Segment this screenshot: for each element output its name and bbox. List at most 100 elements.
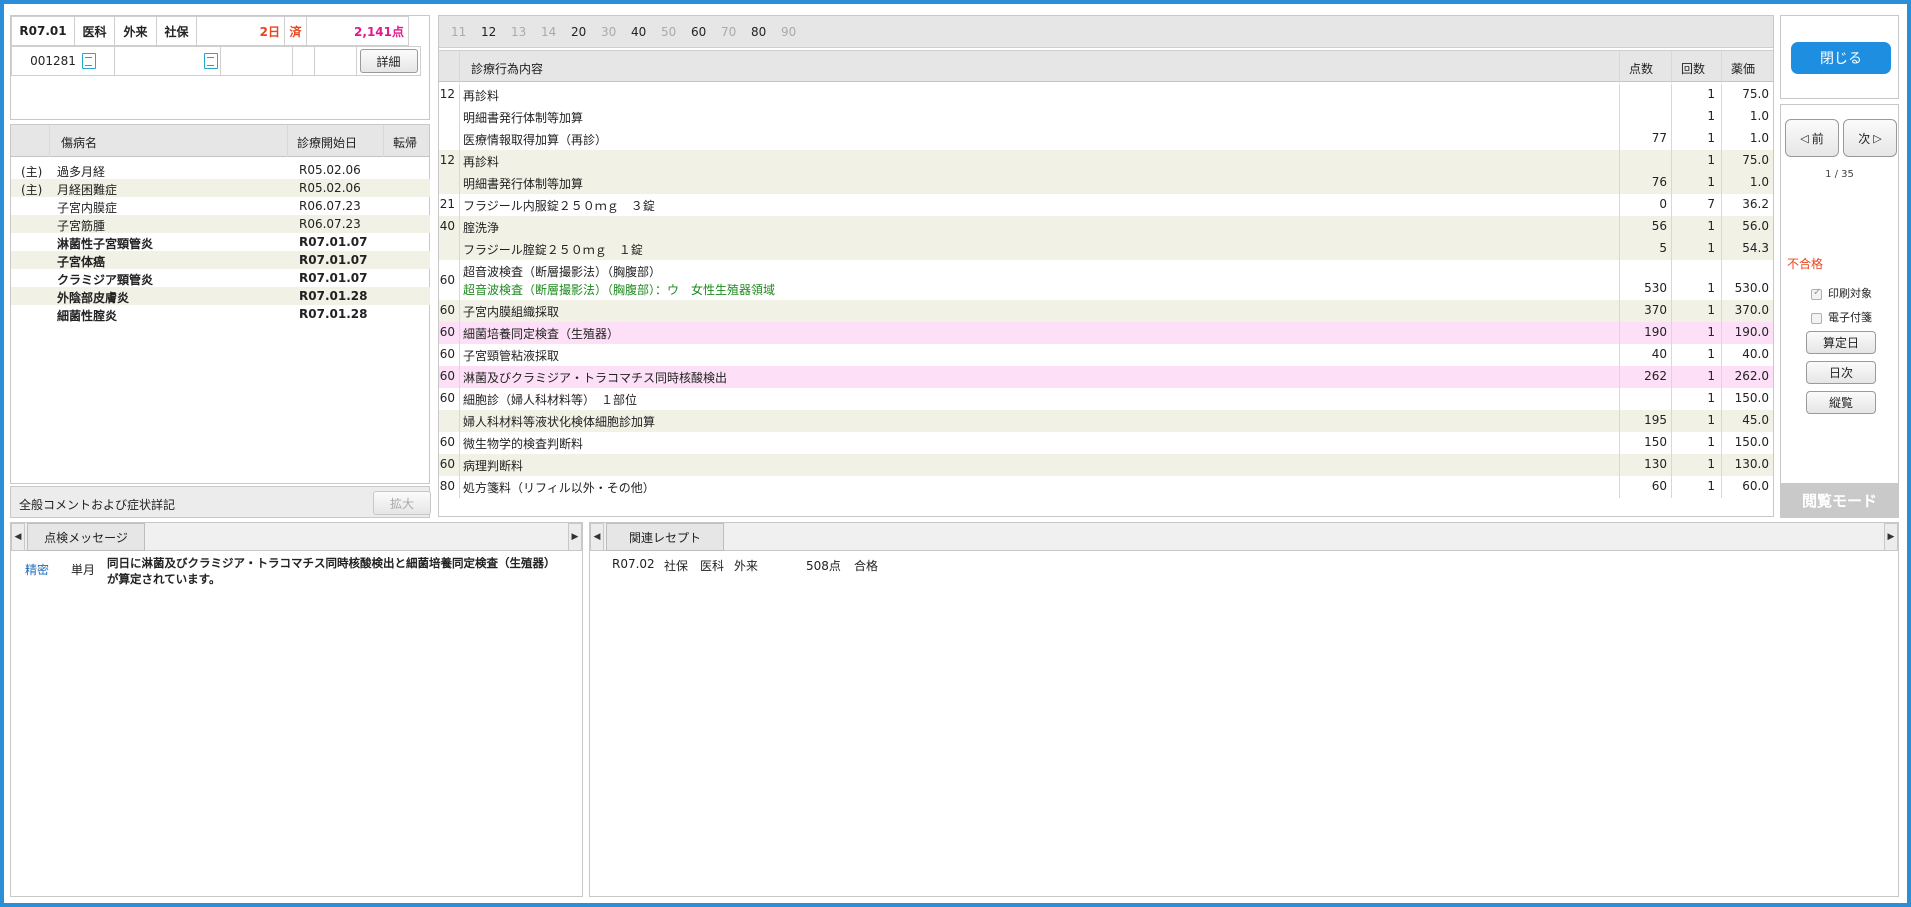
category-tab[interactable]: 20 <box>571 25 586 39</box>
page-indicator: 1 / 35 <box>1825 169 1854 180</box>
treatment-name: 超音波検査（断層撮影法）（胸腹部） <box>463 265 662 279</box>
tab-check-messages[interactable]: 点検メッセージ <box>27 523 145 551</box>
prev-button-label: 前 <box>1811 131 1824 146</box>
points-header[interactable]: 点数 <box>1629 60 1653 77</box>
category-tab[interactable]: 70 <box>721 25 736 39</box>
calc-day-button[interactable]: 算定日 <box>1806 331 1876 354</box>
treatment-count: 1 <box>1707 369 1715 383</box>
document-icon[interactable] <box>81 53 96 69</box>
tab-related-receipts[interactable]: 関連レセプト <box>606 523 724 551</box>
column-divider <box>1671 476 1672 498</box>
disease-row[interactable]: クラミジア頸管炎 R07.01.07 <box>11 269 430 287</box>
count-header[interactable]: 回数 <box>1681 60 1705 77</box>
disease-name-header[interactable]: 傷病名 <box>61 134 97 151</box>
category-tab[interactable]: 30 <box>601 25 616 39</box>
treatment-row[interactable]: 12 再診料 1 75.0 <box>439 150 1773 172</box>
disease-row[interactable]: 細菌性腟炎 R07.01.28 <box>11 305 430 323</box>
category-tab[interactable]: 40 <box>631 25 646 39</box>
category-tab[interactable]: 90 <box>781 25 796 39</box>
treatment-name: 腟洗浄 <box>463 221 500 235</box>
treatment-count: 1 <box>1707 479 1715 493</box>
treatment-row[interactable]: フラジール腟錠２５０ｍｇ １錠 5 1 54.3 <box>439 238 1773 260</box>
tab-scroll-left-icon[interactable]: ◀ <box>11 523 25 551</box>
treatment-price: 54.3 <box>1742 241 1769 255</box>
category-tab[interactable]: 13 <box>511 25 526 39</box>
disease-row[interactable]: 子宮体癌 R07.01.07 <box>11 251 430 269</box>
disease-row[interactable]: (主) 月経困難症 R05.02.06 <box>11 179 430 197</box>
tab-scroll-left-icon[interactable]: ◀ <box>590 523 604 551</box>
main-disease-mark: (主) <box>21 183 43 197</box>
treatment-row[interactable]: 婦人科材料等液状化検体細胞診加算 195 1 45.0 <box>439 410 1773 432</box>
treatment-row[interactable]: 60 淋菌及びクラミジア・トラコマチス同時核酸検出 262 1 262.0 <box>439 366 1773 388</box>
treatment-list: 12 再診料 1 75.0 明細書発行体制等加算 1 1.0 医療情報取得加算（再診） 77 1 1… <box>439 84 1773 516</box>
treatment-row[interactable]: 60 細胞診（婦人科材料等） １部位 1 150.0 <box>439 388 1773 410</box>
disease-name: 外陰部皮膚炎 <box>57 291 130 305</box>
close-button[interactable]: 閉じる <box>1791 42 1891 74</box>
treatment-price: 40.0 <box>1742 347 1769 361</box>
disease-row[interactable]: 外陰部皮膚炎 R07.01.28 <box>11 287 430 305</box>
check-type[interactable]: 精密 <box>25 561 49 578</box>
daily-button[interactable]: 日次 <box>1806 361 1876 384</box>
tab-scroll-right-icon[interactable]: ▶ <box>1884 523 1898 551</box>
category-tab[interactable]: 60 <box>691 25 706 39</box>
tab-scroll-right-icon[interactable]: ▶ <box>568 523 582 551</box>
checkbox-checked[interactable] <box>1811 287 1822 300</box>
detail-button[interactable]: 詳細 <box>359 49 418 73</box>
related-receipt-row[interactable]: R07.02 社保 医科 外来 508点 合格 <box>590 555 1898 573</box>
general-comment-label: 全般コメントおよび症状詳記 <box>19 498 176 512</box>
column-divider <box>1619 106 1620 128</box>
treatment-row[interactable]: 40 腟洗浄 56 1 56.0 <box>439 216 1773 238</box>
patient-id-value: 001281 <box>30 54 76 68</box>
treatment-code: 60 <box>439 325 455 339</box>
treatment-name-header[interactable]: 診療行為内容 <box>471 60 543 77</box>
column-divider <box>1619 366 1620 388</box>
treatment-name: 子宮内膜組織採取 <box>463 305 560 319</box>
disease-row[interactable]: 子宮筋腫 R06.07.23 <box>11 215 430 233</box>
price-header[interactable]: 薬価 <box>1731 60 1755 77</box>
expand-button[interactable]: 拡大 <box>373 491 431 515</box>
disease-name: 過多月経 <box>57 165 106 179</box>
treatment-row[interactable]: 医療情報取得加算（再診） 77 1 1.0 <box>439 128 1773 150</box>
treatment-row[interactable]: 60 超音波検査（断層撮影法）（胸腹部） 超音波検査（断層撮影法）（胸腹部）：ウ 女… <box>439 260 1773 300</box>
checkbox-unchecked[interactable] <box>1811 312 1822 324</box>
column-divider <box>1721 128 1722 150</box>
treatment-count: 1 <box>1707 219 1715 233</box>
check-message-item[interactable]: 精密 単月 同日に淋菌及びクラミジア・トラコマチス同時核酸検出と細菌培養同定検査（生… <box>11 555 582 593</box>
treatment-row[interactable]: 明細書発行体制等加算 76 1 1.0 <box>439 172 1773 194</box>
treatment-row[interactable]: 12 再診料 1 75.0 <box>439 84 1773 106</box>
disease-row[interactable]: 子宮内膜症 R06.07.23 <box>11 197 430 215</box>
category-tab[interactable]: 14 <box>541 25 556 39</box>
status-badge: 済 <box>285 16 307 46</box>
treatment-row[interactable]: 60 病理判断料 130 1 130.0 <box>439 454 1773 476</box>
treatment-row[interactable]: 80 処方箋料（リフィル以外・その他） 60 1 60.0 <box>439 476 1773 498</box>
disease-start-header[interactable]: 診療開始日 <box>297 134 357 151</box>
treatment-row[interactable]: 60 微生物学的検査判断料 150 1 150.0 <box>439 432 1773 454</box>
treatment-points: 150 <box>1644 435 1667 449</box>
category-tab[interactable]: 50 <box>661 25 676 39</box>
e-attach-checkbox[interactable]: 電子付箋 <box>1811 309 1872 325</box>
disease-row[interactable]: 淋菌性子宮頸管炎 R07.01.07 <box>11 233 430 251</box>
treatment-name: 処方箋料（リフィル以外・その他） <box>463 481 655 495</box>
treatment-name: 再診料 <box>463 155 500 169</box>
total-points: 2,141点 <box>307 16 409 46</box>
treatment-price: 45.0 <box>1742 413 1769 427</box>
treatment-row[interactable]: 明細書発行体制等加算 1 1.0 <box>439 106 1773 128</box>
print-target-checkbox[interactable]: 印刷対象 <box>1811 285 1872 301</box>
disease-name: 子宮内膜症 <box>57 201 118 215</box>
category-tab[interactable]: 80 <box>751 25 766 39</box>
treatment-row[interactable]: 60 子宮頸管粘液採取 40 1 40.0 <box>439 344 1773 366</box>
document-icon[interactable] <box>204 53 218 69</box>
category-tab[interactable]: 11 <box>451 25 466 39</box>
treatment-row[interactable]: 21 フラジール内服錠２５０ｍｇ ３錠 0 7 36.2 <box>439 194 1773 216</box>
column-divider <box>459 410 460 432</box>
disease-outcome-header[interactable]: 転帰 <box>393 134 417 151</box>
category-tab[interactable]: 12 <box>481 25 496 39</box>
prev-button[interactable]: ◁ 前 <box>1785 119 1839 157</box>
column-divider <box>1671 128 1672 150</box>
vertical-button[interactable]: 縦覧 <box>1806 391 1876 414</box>
treatment-row[interactable]: 60 子宮内膜組織採取 370 1 370.0 <box>439 300 1773 322</box>
next-button[interactable]: 次 ▷ <box>1843 119 1897 157</box>
disease-row[interactable]: (主) 過多月経 R05.02.06 <box>11 161 430 179</box>
treatment-points: 195 <box>1644 413 1667 427</box>
treatment-row[interactable]: 60 細菌培養同定検査（生殖器） 190 1 190.0 <box>439 322 1773 344</box>
